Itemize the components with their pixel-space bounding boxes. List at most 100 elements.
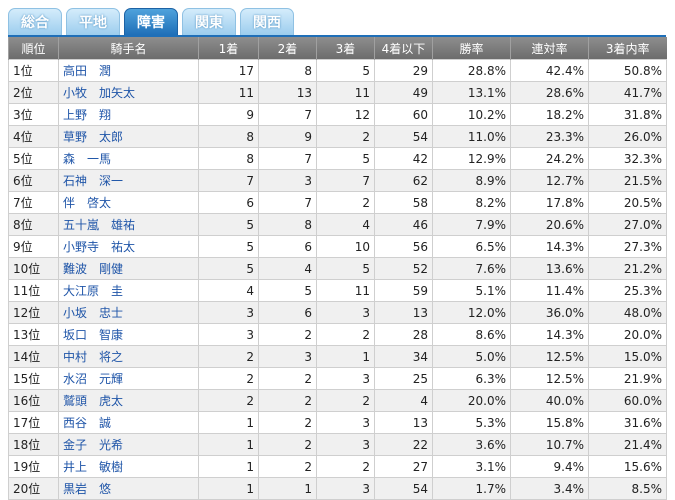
top3-rate-cell: 50.8%	[588, 59, 667, 82]
top2-rate-cell: 40.0%	[510, 389, 589, 412]
fourth-or-lower-cell: 62	[374, 169, 433, 192]
first-count-cell: 9	[198, 103, 259, 126]
jockey-link[interactable]: 伴 啓太	[63, 196, 111, 210]
jockey-name-cell: 難波 剛健	[58, 257, 199, 280]
win-rate-cell: 12.9%	[432, 147, 511, 170]
jockey-link[interactable]: 井上 敏樹	[63, 460, 123, 474]
top3-rate-cell: 41.7%	[588, 81, 667, 104]
fourth-or-lower-cell: 59	[374, 279, 433, 302]
table-header-row: 順位 騎手名 1着 2着 3着 4着以下 勝率 連対率 3着内率	[8, 37, 667, 60]
win-rate-cell: 5.0%	[432, 345, 511, 368]
tab-jump[interactable]: 障害	[124, 8, 178, 35]
header-win-rate: 勝率	[432, 37, 511, 60]
jockey-ranking-table: 順位 騎手名 1着 2着 3着 4着以下 勝率 連対率 3着内率 1位 高田 潤1…	[8, 37, 667, 500]
rank-cell: 17位	[8, 411, 59, 434]
jockey-name-cell: 井上 敏樹	[58, 455, 199, 478]
jockey-link[interactable]: 金子 光希	[63, 438, 123, 452]
top3-rate-cell: 21.4%	[588, 433, 667, 456]
top2-rate-cell: 18.2%	[510, 103, 589, 126]
rank-cell: 7位	[8, 191, 59, 214]
jockey-link[interactable]: 上野 翔	[63, 108, 111, 122]
jockey-link[interactable]: 小野寺 祐太	[63, 240, 135, 254]
second-count-cell: 4	[258, 257, 317, 280]
jockey-link[interactable]: 鷲頭 虎太	[63, 394, 123, 408]
first-count-cell: 5	[198, 257, 259, 280]
jockey-link[interactable]: 五十嵐 雄祐	[63, 218, 135, 232]
top3-rate-cell: 31.8%	[588, 103, 667, 126]
jockey-name-cell: 中村 将之	[58, 345, 199, 368]
tab-kansai[interactable]: 関西	[240, 8, 294, 35]
jockey-link[interactable]: 難波 剛健	[63, 262, 123, 276]
jockey-name-cell: 森 一馬	[58, 147, 199, 170]
win-rate-cell: 11.0%	[432, 125, 511, 148]
third-count-cell: 5	[316, 257, 375, 280]
win-rate-cell: 3.6%	[432, 433, 511, 456]
top2-rate-cell: 20.6%	[510, 213, 589, 236]
second-count-cell: 5	[258, 279, 317, 302]
jockey-name-cell: 五十嵐 雄祐	[58, 213, 199, 236]
jockey-link[interactable]: 小牧 加矢太	[63, 86, 135, 100]
first-count-cell: 17	[198, 59, 259, 82]
rank-cell: 9位	[8, 235, 59, 258]
top3-rate-cell: 27.0%	[588, 213, 667, 236]
second-count-cell: 2	[258, 367, 317, 390]
jockey-link[interactable]: 大江原 圭	[63, 284, 123, 298]
tab-flat[interactable]: 平地	[66, 8, 120, 35]
jockey-link[interactable]: 草野 太郎	[63, 130, 123, 144]
jockey-name-cell: 小坂 忠士	[58, 301, 199, 324]
jockey-link[interactable]: 小坂 忠士	[63, 306, 123, 320]
win-rate-cell: 5.1%	[432, 279, 511, 302]
jockey-link[interactable]: 中村 将之	[63, 350, 123, 364]
fourth-or-lower-cell: 46	[374, 213, 433, 236]
second-count-cell: 3	[258, 345, 317, 368]
third-count-cell: 3	[316, 433, 375, 456]
tab-kanto[interactable]: 関東	[182, 8, 236, 35]
second-count-cell: 6	[258, 301, 317, 324]
top2-rate-cell: 17.8%	[510, 191, 589, 214]
top2-rate-cell: 12.5%	[510, 345, 589, 368]
table-row: 9位 小野寺 祐太 5 6 10 56 6.5% 14.3% 27.3%	[8, 235, 667, 258]
third-count-cell: 11	[316, 279, 375, 302]
table-row: 2位 小牧 加矢太 11 13 11 49 13.1% 28.6% 41.7%	[8, 81, 667, 104]
second-count-cell: 2	[258, 411, 317, 434]
third-count-cell: 2	[316, 455, 375, 478]
jockey-name-cell: 上野 翔	[58, 103, 199, 126]
jockey-link[interactable]: 水沼 元輝	[63, 372, 123, 386]
jockey-link[interactable]: 坂口 智康	[63, 328, 123, 342]
table-row: 7位伴 啓太 6 7 2 58 8.2% 17.8% 20.5%	[8, 191, 667, 214]
top3-rate-cell: 21.2%	[588, 257, 667, 280]
jockey-name-cell: 水沼 元輝	[58, 367, 199, 390]
table-row: 12位 小坂 忠士 3 6 3 13 12.0% 36.0% 48.0%	[8, 301, 667, 324]
top2-rate-cell: 12.7%	[510, 169, 589, 192]
rank-cell: 10位	[8, 257, 59, 280]
win-rate-cell: 5.3%	[432, 411, 511, 434]
top2-rate-cell: 28.6%	[510, 81, 589, 104]
fourth-or-lower-cell: 13	[374, 411, 433, 434]
jockey-link[interactable]: 高田 潤	[63, 64, 111, 78]
tab-overall[interactable]: 総合	[8, 8, 62, 35]
jockey-link[interactable]: 西谷 誠	[63, 416, 111, 430]
top3-rate-cell: 21.9%	[588, 367, 667, 390]
third-count-cell: 4	[316, 213, 375, 236]
jockey-link[interactable]: 石神 深一	[63, 174, 123, 188]
table-row: 1位 高田 潤 17 8 5 29 28.8% 42.4% 50.8%	[8, 59, 667, 82]
top3-rate-cell: 27.3%	[588, 235, 667, 258]
first-count-cell: 3	[198, 301, 259, 324]
fourth-or-lower-cell: 22	[374, 433, 433, 456]
rank-cell: 2位	[8, 81, 59, 104]
jockey-link[interactable]: 黒岩 悠	[63, 482, 111, 496]
fourth-or-lower-cell: 54	[374, 477, 433, 500]
win-rate-cell: 13.1%	[432, 81, 511, 104]
top2-rate-cell: 42.4%	[510, 59, 589, 82]
second-count-cell: 13	[258, 81, 317, 104]
rank-cell: 6位	[8, 169, 59, 192]
second-count-cell: 7	[258, 191, 317, 214]
second-count-cell: 2	[258, 455, 317, 478]
table-row: 14位 中村 将之 2 3 1 34 5.0% 12.5% 15.0%	[8, 345, 667, 368]
jockey-name-cell: 石神 深一	[58, 169, 199, 192]
fourth-or-lower-cell: 28	[374, 323, 433, 346]
rank-cell: 18位	[8, 433, 59, 456]
first-count-cell: 8	[198, 125, 259, 148]
jockey-link[interactable]: 森 一馬	[63, 152, 111, 166]
jockey-name-cell: 小野寺 祐太	[58, 235, 199, 258]
